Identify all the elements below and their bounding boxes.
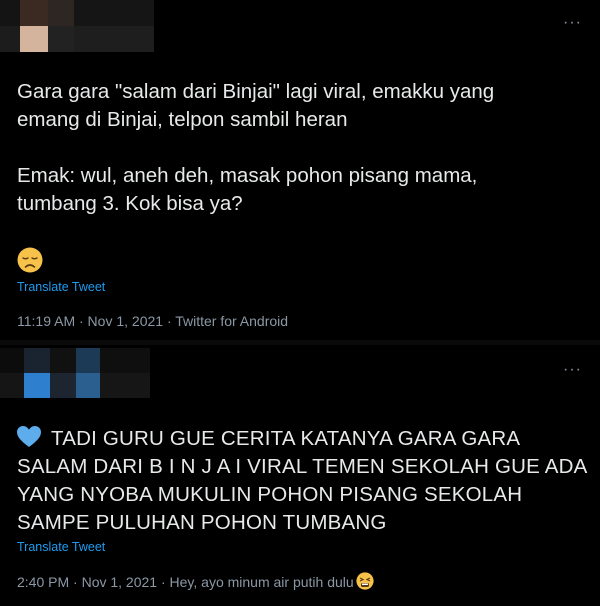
tweet-2-text-content: TADI GURU GUE CERITA KATANYA GARA GARA S… [17,427,587,534]
translate-tweet-link[interactable]: Translate Tweet [17,280,105,294]
more-options-icon[interactable]: ··· [563,14,582,32]
translate-tweet-link[interactable]: Translate Tweet [17,540,105,554]
blue-heart-emoji [17,426,41,447]
blurred-avatar[interactable] [0,0,170,52]
tweet-2-text: TADI GURU GUE CERITA KATANYA GARA GARA S… [17,425,587,537]
more-options-icon[interactable]: ··· [563,361,582,379]
tweet-2-timestamp-text: 2:40 PM · Nov 1, 2021 · Hey, ayo minum a… [17,574,354,590]
tweet-1-text: Gara gara "salam dari Binjai" lagi viral… [17,80,495,215]
tweet-2-timestamp[interactable]: 2:40 PM · Nov 1, 2021 · Hey, ayo minum a… [17,572,374,590]
tweet-1-timestamp[interactable]: 11:19 AM · Nov 1, 2021 · Twitter for And… [17,313,288,329]
tired-face-emoji [356,572,374,590]
blurred-avatar[interactable] [0,348,170,398]
disappointed-face-emoji [17,247,43,273]
